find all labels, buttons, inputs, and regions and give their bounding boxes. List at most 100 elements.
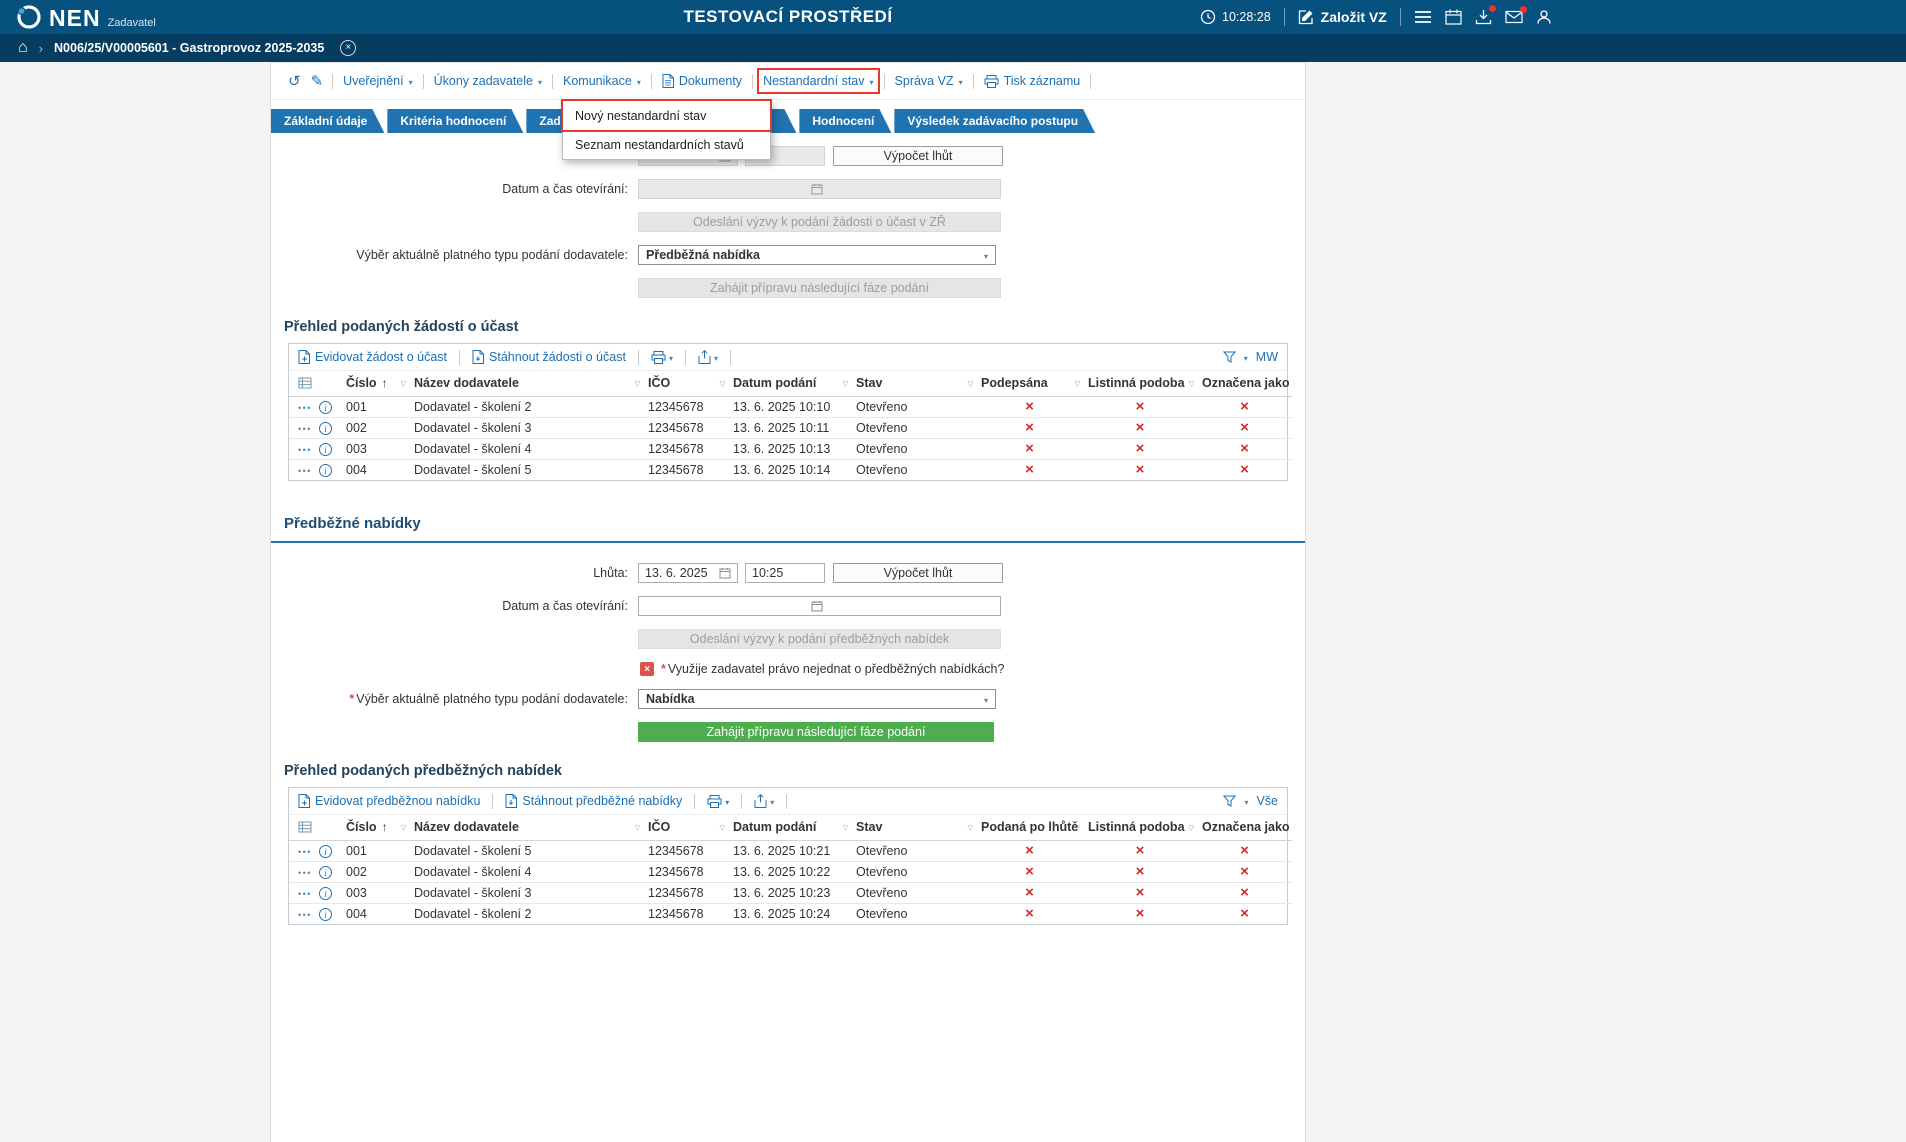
filter-chevron-icon[interactable]: ▽ xyxy=(720,824,725,832)
submission-type-select[interactable]: Nabídka ▾ xyxy=(638,689,996,709)
tab-zakladni-udaje[interactable]: Základní údaje xyxy=(271,109,384,133)
column-header-signed[interactable]: Podepsána ▽ xyxy=(976,371,1083,397)
menu-item-seznam-nestandardnich-stavu[interactable]: Seznam nestandardních stavů xyxy=(563,130,770,159)
filter-chevron-icon[interactable]: ▽ xyxy=(843,824,848,832)
filter-icon[interactable] xyxy=(1223,795,1237,807)
column-header-number[interactable]: Číslo ↑ ▽ xyxy=(341,815,409,841)
column-header-date[interactable]: Datum podání ▽ xyxy=(728,371,851,397)
column-header-marked[interactable]: Označena jako ne xyxy=(1197,371,1292,397)
column-header-number[interactable]: Číslo ↑ ▽ xyxy=(341,371,409,397)
column-header-status[interactable]: Stav ▽ xyxy=(851,371,976,397)
column-header-ico[interactable]: IČO ▽ xyxy=(643,371,728,397)
menu-item-novy-nestandardni-stav[interactable]: Nový nestandardní stav xyxy=(561,99,772,132)
menu-tisk-zaznamu[interactable]: Tisk záznamu xyxy=(984,74,1080,88)
table-row[interactable]: ••• i 004 Dodavatel - školení 2 12345678 … xyxy=(289,903,1292,924)
filter-chevron-icon[interactable]: ▽ xyxy=(1189,380,1194,388)
row-menu-icon[interactable]: ••• xyxy=(298,403,312,413)
close-icon[interactable]: × xyxy=(340,40,357,56)
nen-logo[interactable]: NEN Zadavatel xyxy=(0,4,156,30)
menu-icon[interactable] xyxy=(1414,10,1432,24)
print-table-button[interactable]: ▾ xyxy=(651,350,673,364)
breadcrumb-item[interactable]: N006/25/V00005601 - Gastroprovoz 2025-20… xyxy=(54,41,324,55)
table-row[interactable]: ••• i 003 Dodavatel - školení 4 12345678 … xyxy=(289,438,1292,460)
create-vz-button[interactable]: Založit VZ xyxy=(1298,9,1387,25)
table-row[interactable]: ••• i 001 Dodavatel - školení 2 12345678 … xyxy=(289,396,1292,418)
menu-nestandardni-stav[interactable]: Nestandardní stav ▾ xyxy=(757,68,880,94)
tab-vysledek[interactable]: Výsledek zadávacího postupu xyxy=(894,109,1095,133)
select-column-header[interactable] xyxy=(289,371,341,397)
calc-deadlines-button[interactable]: Výpočet lhůt xyxy=(833,146,1003,166)
edit-icon[interactable]: ✎ xyxy=(311,72,324,90)
filter-chevron-icon[interactable]: ▽ xyxy=(843,380,848,388)
view-selector[interactable]: MW xyxy=(1256,350,1278,364)
user-icon[interactable] xyxy=(1536,9,1552,25)
download-applications-button[interactable]: Stáhnout žádosti o účast xyxy=(472,350,626,364)
table-row[interactable]: ••• i 003 Dodavatel - školení 3 12345678 … xyxy=(289,882,1292,904)
row-menu-icon[interactable]: ••• xyxy=(298,424,312,434)
info-icon[interactable]: i xyxy=(318,400,332,414)
row-menu-icon[interactable]: ••• xyxy=(298,847,312,857)
table-row[interactable]: ••• i 004 Dodavatel - školení 5 12345678 … xyxy=(289,459,1292,480)
calc-deadlines-button[interactable]: Výpočet lhůt xyxy=(833,563,1003,583)
deadline-time-input[interactable]: 10:25 xyxy=(745,563,825,583)
filter-chevron-icon[interactable]: ▽ xyxy=(968,824,973,832)
submission-type-select[interactable]: Předběžná nabídka ▾ xyxy=(638,245,996,265)
filter-icon[interactable] xyxy=(1222,351,1236,363)
menu-uverejneni[interactable]: Uveřejnění ▾ xyxy=(343,74,412,88)
menu-sprava-vz[interactable]: Správa VZ ▾ xyxy=(895,74,963,88)
column-header-supplier[interactable]: Název dodavatele ▽ xyxy=(409,815,643,841)
menu-komunikace[interactable]: Komunikace ▾ xyxy=(563,74,641,88)
filter-chevron-icon[interactable]: ▽ xyxy=(1189,824,1194,832)
filter-chevron-icon[interactable]: ▽ xyxy=(968,380,973,388)
chevron-down-icon[interactable]: ▾ xyxy=(1244,354,1248,363)
mail-icon[interactable] xyxy=(1505,6,1527,24)
print-table-button[interactable]: ▾ xyxy=(707,794,729,808)
export-table-button[interactable]: ▾ xyxy=(698,350,718,364)
download-icon[interactable] xyxy=(1475,5,1496,25)
column-header-status[interactable]: Stav ▽ xyxy=(851,815,976,841)
info-icon[interactable]: i xyxy=(318,442,332,456)
start-next-phase-button[interactable]: Zahájit přípravu následující fáze podání xyxy=(638,722,994,742)
filter-chevron-icon[interactable]: ▽ xyxy=(401,824,406,832)
row-menu-icon[interactable]: ••• xyxy=(298,466,312,476)
column-header-paper-form[interactable]: Listinná podoba ▽ xyxy=(1083,371,1197,397)
column-header-paper-form[interactable]: Listinná podoba ▽ xyxy=(1083,815,1197,841)
register-application-button[interactable]: Evidovat žádost o účast xyxy=(298,350,447,364)
chevron-down-icon[interactable]: ▾ xyxy=(1244,798,1248,807)
row-menu-icon[interactable]: ••• xyxy=(298,889,312,899)
opening-datetime-input[interactable] xyxy=(638,596,1001,616)
menu-ukony-zadavatele[interactable]: Úkony zadavatele ▾ xyxy=(434,74,542,88)
filter-chevron-icon[interactable]: ▽ xyxy=(401,380,406,388)
row-menu-icon[interactable]: ••• xyxy=(298,910,312,920)
history-icon[interactable]: ↺ xyxy=(288,72,301,90)
table-row[interactable]: ••• i 002 Dodavatel - školení 4 12345678 … xyxy=(289,861,1292,883)
calendar-icon[interactable] xyxy=(1445,9,1462,25)
table-row[interactable]: ••• i 002 Dodavatel - školení 3 12345678 … xyxy=(289,417,1292,439)
column-header-late[interactable]: Podaná po lhůtě ▽ xyxy=(976,815,1083,841)
deadline-date-input[interactable]: 13. 6. 2025 xyxy=(638,563,738,583)
column-header-marked[interactable]: Označena jako nep xyxy=(1197,815,1292,841)
view-selector[interactable]: Vše xyxy=(1256,794,1278,808)
register-offer-button[interactable]: Evidovat předběžnou nabídku xyxy=(298,794,480,808)
filter-chevron-icon[interactable]: ▽ xyxy=(1075,380,1080,388)
filter-chevron-icon[interactable]: ▽ xyxy=(720,380,725,388)
export-table-button[interactable]: ▾ xyxy=(754,794,774,808)
tab-kriteria-hodnoceni[interactable]: Kritéria hodnocení xyxy=(387,109,523,133)
info-icon[interactable]: i xyxy=(318,907,332,921)
select-column-header[interactable] xyxy=(289,815,341,841)
info-icon[interactable]: i xyxy=(318,421,332,435)
column-header-date[interactable]: Datum podání ▽ xyxy=(728,815,851,841)
download-offers-button[interactable]: Stáhnout předběžné nabídky xyxy=(505,794,682,808)
filter-chevron-icon[interactable]: ▽ xyxy=(1075,824,1080,832)
menu-dokumenty[interactable]: Dokumenty xyxy=(662,74,742,88)
row-menu-icon[interactable]: ••• xyxy=(298,445,312,455)
column-header-ico[interactable]: IČO ▽ xyxy=(643,815,728,841)
tab-hodnoceni[interactable]: Hodnocení xyxy=(799,109,891,133)
info-icon[interactable]: i xyxy=(318,463,332,477)
filter-chevron-icon[interactable]: ▽ xyxy=(635,824,640,832)
home-icon[interactable]: ⌂ xyxy=(18,39,28,57)
info-icon[interactable]: i xyxy=(318,865,332,879)
info-icon[interactable]: i xyxy=(318,844,332,858)
filter-chevron-icon[interactable]: ▽ xyxy=(635,380,640,388)
info-icon[interactable]: i xyxy=(318,886,332,900)
